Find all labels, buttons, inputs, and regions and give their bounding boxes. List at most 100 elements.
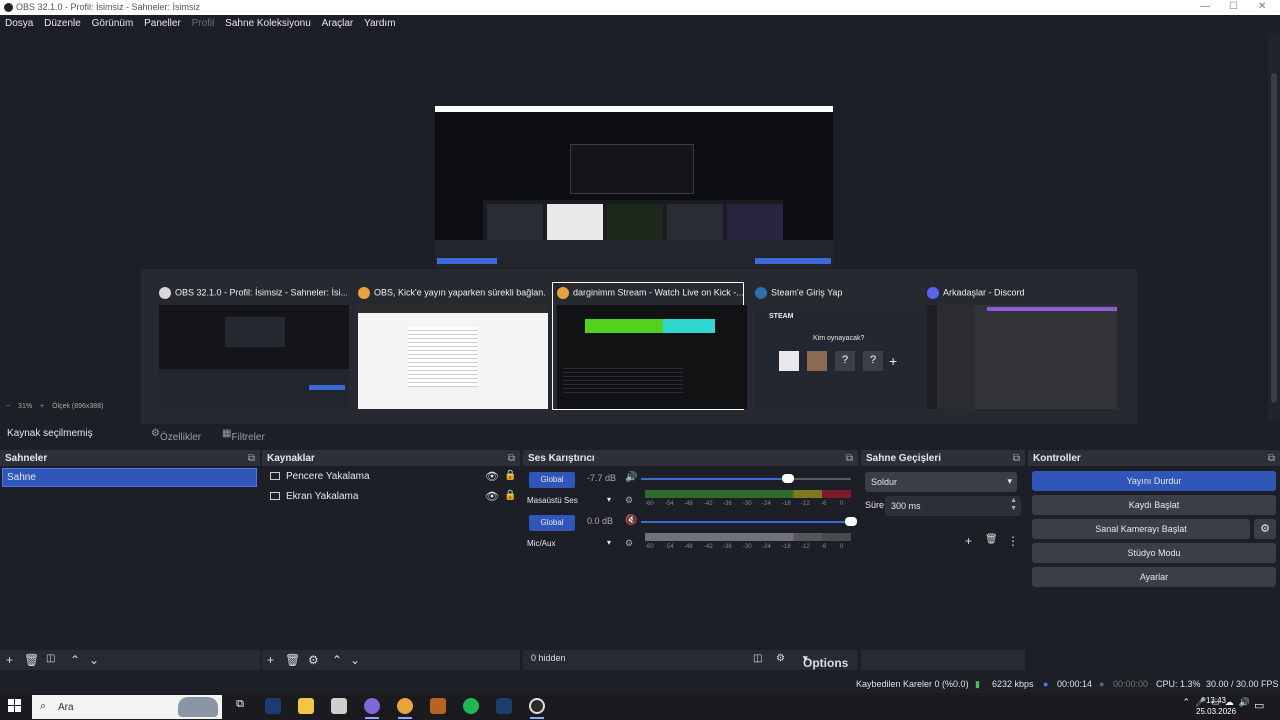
spinner-icon[interactable]: ▲ ▼ [1010,497,1017,513]
steam-taskbar-icon[interactable] [496,698,512,714]
source-properties-icon[interactable]: ⚙ [308,653,319,667]
obs-taskbar-icon[interactable] [529,698,545,714]
start-virtual-camera-button[interactable]: Sanal Kamerayı Başlat [1032,519,1250,539]
task-window-kick[interactable]: darginimm Stream - Watch Live on Kick -.… [552,282,747,410]
source-item[interactable]: Pencere Yakalama 👁 🔒 [270,470,516,488]
steam-icon [755,287,767,299]
move-up-icon[interactable]: ⌃ [332,653,342,667]
properties-button[interactable]: ⚙ Özellikler [151,428,201,443]
sources-dock: Kaynaklar ⧉ Pencere Yakalama 👁 🔒 Ekran Ya… [262,450,520,670]
settings-button[interactable]: Ayarlar [1032,567,1276,587]
zoom-out-icon[interactable]: − [6,403,10,410]
preview-canvas[interactable] [435,106,833,268]
task-window-steam[interactable]: Steam'e Giriş Yap STEAM Kim oynayacak? ?… [751,283,945,411]
chrome-taskbar-icon[interactable] [397,698,413,714]
virtual-camera-settings-icon[interactable]: ⚙ [1254,519,1276,539]
meter-tick: -48 [684,544,693,550]
preview-scrollbar[interactable] [1268,33,1280,421]
remove-transition-icon[interactable]: 🗑 [985,534,998,545]
filters-button[interactable]: ▦ Filtreler [222,428,265,443]
minimize-button[interactable]: — [1200,1,1210,12]
task-window-chrome-obs[interactable]: OBS, Kick'e yayın yaparken sürekli bağla… [354,283,548,411]
app-taskbar-icon[interactable] [430,698,446,714]
source-item[interactable]: Ekran Yakalama 👁 🔒 [270,490,516,508]
spotify-taskbar-icon[interactable] [463,698,479,714]
scene-item[interactable]: Sahne [2,468,257,487]
undock-icon[interactable]: ⧉ [248,453,255,464]
windows-start-icon[interactable] [8,699,22,713]
task-view-icon[interactable]: ⧉ [232,698,248,714]
undock-icon[interactable]: ⧉ [1268,453,1275,464]
menu-tools[interactable]: Araçlar [317,15,354,29]
menu-scene-collection[interactable]: Sahne Koleksiyonu [220,15,311,29]
channel-settings-icon[interactable]: ⚙ [625,538,633,549]
muted-speaker-icon[interactable]: 🔇 [625,515,637,526]
chevron-down-icon[interactable]: ▾ [607,538,611,547]
advanced-audio-icon[interactable]: ⚙ [776,653,785,664]
transition-select[interactable]: Soldur ▾ [865,472,1017,492]
slider-handle[interactable] [845,517,857,526]
meter-tick: 0 [840,544,844,550]
notifications-icon[interactable]: ▭ [1254,699,1264,712]
meter-tick: -42 [704,501,713,507]
speaker-icon[interactable]: 🔊 [625,472,637,483]
move-down-icon[interactable]: ⌄ [350,653,360,667]
menu-help[interactable]: Yardım [359,15,396,29]
file-explorer-icon[interactable] [298,698,314,714]
menu-docks[interactable]: Paneller [139,15,181,29]
task-window-discord[interactable]: Arkadaşlar - Discord [923,283,1117,411]
zoom-in-icon[interactable]: + [40,403,44,410]
channel-group-button[interactable]: Global [529,472,575,488]
menu-view[interactable]: Görünüm [87,15,134,29]
taskbar-search[interactable]: ⌕ Ara [32,695,222,719]
meter-tick: -60 [645,501,654,507]
channel-name: Mic/Aux [527,539,556,548]
undock-icon[interactable]: ⧉ [508,453,515,464]
app-taskbar-icon[interactable] [331,698,347,714]
options-button[interactable]: Options ▾ [803,653,848,670]
slider-handle[interactable] [782,474,794,483]
add-scene-icon[interactable]: + [6,653,13,667]
volume-slider[interactable] [641,517,857,526]
undock-icon[interactable]: ⧉ [846,453,853,464]
remove-source-icon[interactable]: 🗑 [285,653,300,667]
menu-profile[interactable]: Profil [187,15,215,29]
volume-slider[interactable] [641,474,851,483]
move-down-icon[interactable]: ⌄ [89,653,99,667]
menu-edit[interactable]: Düzenle [39,15,81,29]
lock-icon[interactable]: 🔒 [504,470,516,481]
transitions-dock: Sahne Geçişleri ⧉ Soldur ▾ Süre 300 ms ▲ ▼ +… [861,450,1025,670]
meter-tick: -54 [665,501,674,507]
chevron-down-icon[interactable]: ▾ [607,495,611,504]
move-up-icon[interactable]: ⌃ [70,653,80,667]
controls-dock: Kontroller ⧉ Yayını Durdur Kaydı Başlat S… [1028,450,1280,670]
meter-tick: -36 [723,501,732,507]
stop-streaming-button[interactable]: Yayını Durdur [1032,471,1276,491]
clock[interactable]: 13:43 25.03.2026 [1196,695,1236,717]
undock-icon[interactable]: ⧉ [1013,453,1020,464]
close-button[interactable]: ✕ [1258,1,1266,12]
remove-scene-icon[interactable]: 🗑 [24,653,39,667]
scene-filters-icon[interactable]: ◫ [46,653,55,664]
lock-icon[interactable]: 🔒 [504,490,516,501]
menu-file[interactable]: Dosya [0,15,33,29]
duration-label: Süre [865,500,885,510]
steam-taskbar-icon[interactable] [265,698,281,714]
mixer-channel: Global 0.0 dB 🔇 Mic/Aux ▾ ⚙ -60 -54 -48 -42 -36 -30… [527,513,857,557]
channel-settings-icon[interactable]: ⚙ [625,495,633,506]
task-window-obs[interactable]: OBS 32.1.0 - Profil: İsimsiz - Sahneler:… [155,283,349,411]
start-recording-button[interactable]: Kaydı Başlat [1032,495,1276,515]
visibility-eye-icon[interactable]: 👁 [485,490,499,503]
more-options-icon[interactable]: ⋮ [1007,534,1019,548]
studio-mode-button[interactable]: Stüdyo Modu [1032,543,1276,563]
channel-group-button[interactable]: Global [529,515,575,531]
layout-toggle-icon[interactable]: ◫ [753,653,762,664]
meter-tick: -36 [723,544,732,550]
visibility-eye-icon[interactable]: 👁 [485,470,499,483]
add-source-icon[interactable]: + [267,653,274,667]
discord-taskbar-icon[interactable] [364,698,380,714]
meter-scale: -60 -54 -48 -42 -36 -30 -24 -18 -12 -6 0 [645,501,851,509]
maximize-button[interactable]: ☐ [1229,1,1238,12]
duration-input[interactable]: 300 ms ▲ ▼ [885,496,1021,516]
add-transition-icon[interactable]: + [965,534,972,548]
